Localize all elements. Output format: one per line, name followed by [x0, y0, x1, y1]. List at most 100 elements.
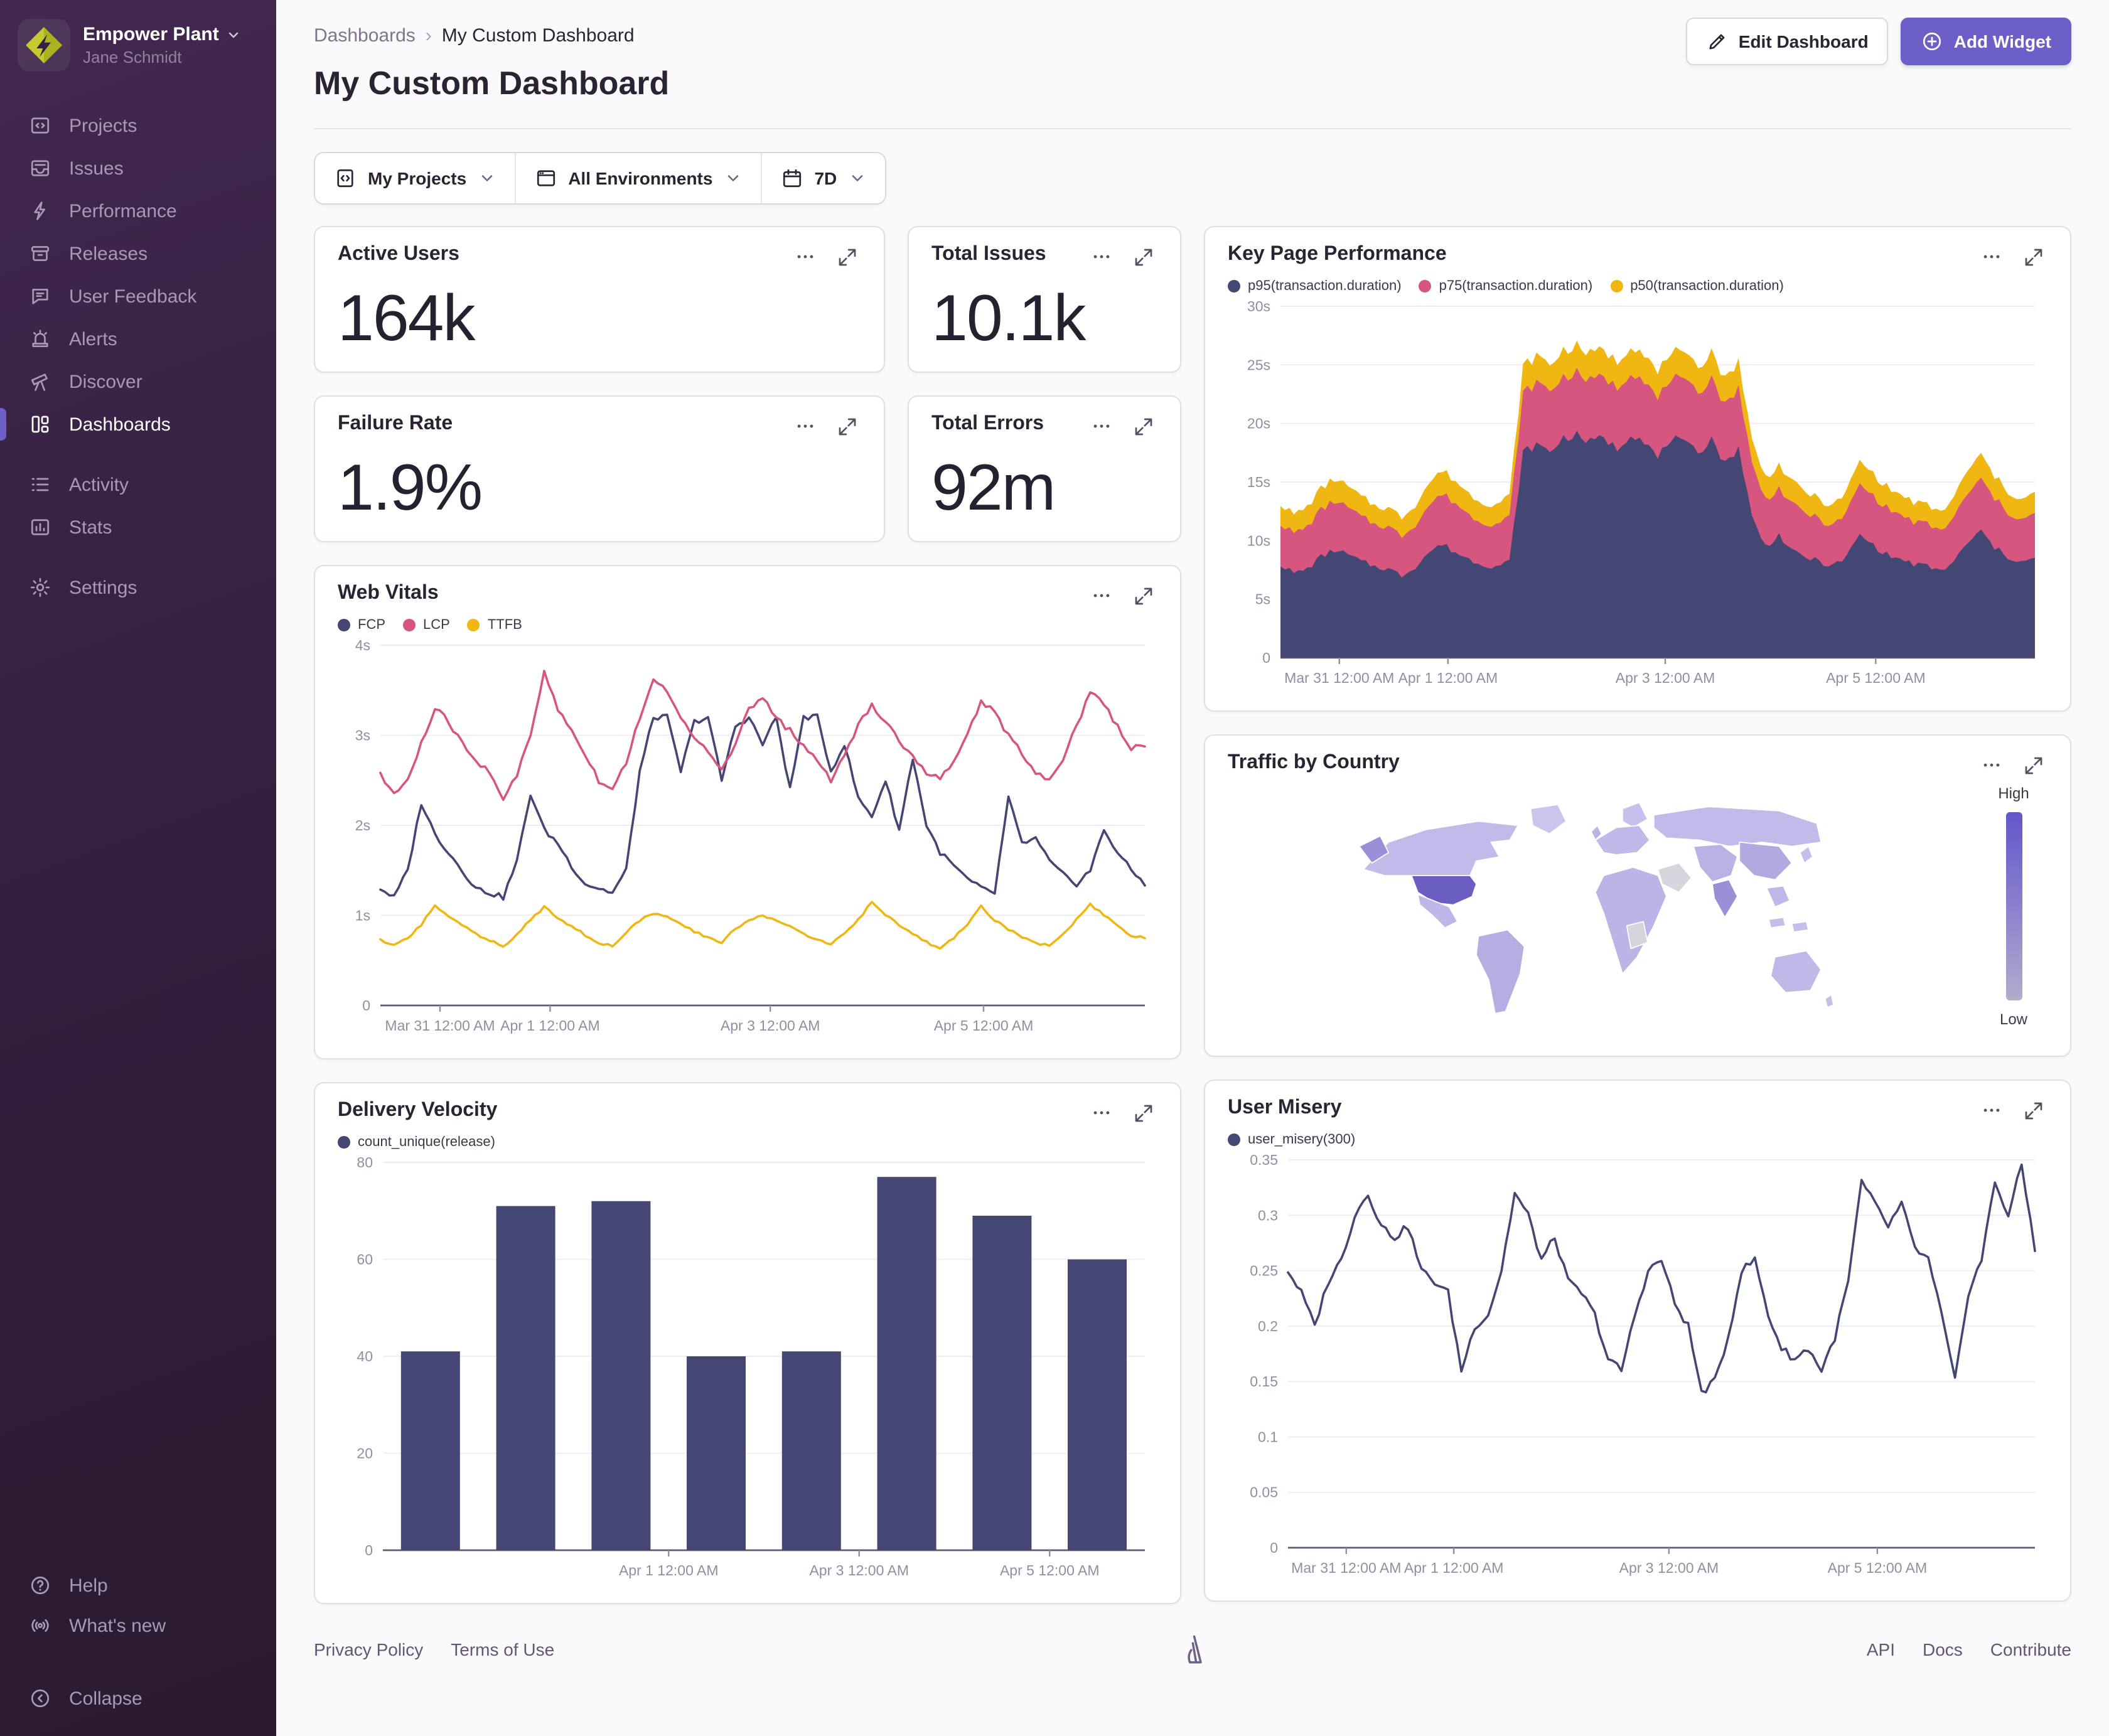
date-range-filter[interactable]: 7D	[760, 153, 884, 203]
sentry-logo-icon[interactable]	[1176, 1633, 1209, 1666]
web-vitals-chart[interactable]: 0 1s 2s 3s 4s Mar 31 12:00 AM Apr 1 12:00 AM Ap…	[338, 635, 1157, 1043]
legend-item-user-misery-300[interactable]: user_misery(300)	[1228, 1132, 1355, 1147]
widget-traffic-by-country: Traffic by Country High Low	[1204, 734, 2071, 1057]
widget-context-menu-button[interactable]	[1978, 1097, 2005, 1125]
sidebar-item-performance[interactable]: Performance	[0, 190, 276, 232]
sidebar-item-stats[interactable]: Stats	[0, 506, 276, 549]
sidebar-item-label: Help	[69, 1575, 108, 1596]
legend-dot-icon	[403, 619, 416, 631]
widget-title: Delivery Velocity	[338, 1100, 498, 1121]
project-filter[interactable]: My Projects	[315, 153, 514, 203]
widget-expand-button[interactable]	[1130, 582, 1157, 610]
sidebar-item-discover[interactable]: Discover	[0, 360, 276, 403]
widget-context-menu-button[interactable]	[1978, 752, 2005, 780]
svg-text:Mar 31 12:00 AM: Mar 31 12:00 AM	[1291, 1560, 1401, 1576]
dashboards-icon	[28, 412, 53, 437]
svg-text:40: 40	[357, 1348, 373, 1364]
api-link[interactable]: API	[1867, 1639, 1895, 1659]
key-page-performance-chart[interactable]: 0 5s 10s 15s 20s 25s 30s Mar 31 12:00 AM Apr 1 1…	[1228, 296, 2047, 695]
header-actions: Edit Dashboard Add Widget	[1685, 18, 2071, 65]
sentry-dashboard-app: Empower Plant Jane Schmidt Projects Issue…	[0, 0, 2109, 1736]
widget-context-menu-button[interactable]	[792, 413, 818, 441]
legend-item-p95-transaction-duration[interactable]: p95(transaction.duration)	[1228, 279, 1402, 294]
sidebar-item-what-s-new[interactable]: What's new	[0, 1605, 276, 1646]
sidebar-item-dashboards[interactable]: Dashboards	[0, 403, 276, 446]
widget-expand-button[interactable]	[834, 413, 861, 441]
chevron-down-icon	[724, 169, 741, 187]
widget-context-menu-button[interactable]	[1088, 1100, 1115, 1127]
svg-text:Apr 3 12:00 AM: Apr 3 12:00 AM	[1616, 670, 1715, 686]
chevron-down-icon	[478, 169, 495, 187]
sidebar-item-collapse[interactable]: Collapse	[0, 1678, 276, 1718]
widget-context-menu-button[interactable]	[792, 244, 818, 271]
legend-item-p50-transaction-duration[interactable]: p50(transaction.duration)	[1610, 279, 1784, 294]
widget-expand-button[interactable]	[2020, 752, 2047, 780]
widget-context-menu-button[interactable]	[1088, 413, 1115, 441]
sidebar-item-alerts[interactable]: Alerts	[0, 318, 276, 360]
terms-of-use-link[interactable]: Terms of Use	[451, 1639, 554, 1659]
legend-label: LCP	[423, 618, 450, 633]
ellipsis-icon	[1091, 1102, 1112, 1125]
widget-expand-button[interactable]	[834, 244, 861, 271]
svg-text:0.05: 0.05	[1250, 1484, 1278, 1501]
legend-item-fcp[interactable]: FCP	[338, 618, 385, 633]
legend-dot-icon	[338, 619, 350, 631]
widget-title: Total Errors	[931, 413, 1044, 434]
pencil-icon	[1706, 30, 1729, 53]
plus-circle-icon	[1921, 30, 1944, 53]
add-widget-button[interactable]: Add Widget	[1901, 18, 2071, 65]
world-map[interactable]	[1228, 780, 1980, 1041]
header-divider	[314, 128, 2071, 129]
svg-text:30s: 30s	[1247, 298, 1270, 314]
contribute-link[interactable]: Contribute	[1990, 1639, 2071, 1659]
legend-item-lcp[interactable]: LCP	[403, 618, 450, 633]
projects-icon	[28, 113, 53, 138]
svg-text:Apr 5 12:00 AM: Apr 5 12:00 AM	[1000, 1562, 1100, 1578]
widget-expand-button[interactable]	[1130, 413, 1157, 441]
legend-dot-icon	[1228, 1133, 1240, 1146]
widget-expand-button[interactable]	[2020, 1097, 2047, 1125]
org-switcher[interactable]: Empower Plant Jane Schmidt	[0, 0, 276, 87]
sidebar-item-user-feedback[interactable]: User Feedback	[0, 275, 276, 318]
collapse-icon	[28, 1686, 53, 1711]
chart-legend: p95(transaction.duration) p75(transaction…	[1228, 279, 2047, 294]
calendar-icon	[780, 167, 803, 190]
window-icon	[534, 167, 557, 190]
sidebar-item-issues[interactable]: Issues	[0, 147, 276, 190]
legend-item-p75-transaction-duration[interactable]: p75(transaction.duration)	[1419, 279, 1592, 294]
sidebar-collapse-group: Collapse	[0, 1678, 276, 1718]
breadcrumb-dashboards-link[interactable]: Dashboards	[314, 25, 416, 46]
svg-text:20: 20	[357, 1445, 373, 1462]
sidebar-item-projects[interactable]: Projects	[0, 104, 276, 147]
widget-total-issues: Total Issues 10.1k	[908, 226, 1181, 373]
sidebar-item-releases[interactable]: Releases	[0, 232, 276, 275]
legend-item-ttfb[interactable]: TTFB	[467, 618, 522, 633]
environment-filter[interactable]: All Environments	[514, 153, 760, 203]
docs-link[interactable]: Docs	[1923, 1639, 1963, 1659]
legend-dot-icon	[1610, 280, 1623, 292]
widget-key-page-performance: Key Page Performance p95(transaction.dur…	[1204, 226, 2071, 712]
widget-expand-button[interactable]	[2020, 244, 2047, 271]
privacy-policy-link[interactable]: Privacy Policy	[314, 1639, 423, 1659]
environment-filter-label: All Environments	[568, 168, 713, 188]
alerts-icon	[28, 326, 53, 351]
widget-context-menu-button[interactable]	[1088, 582, 1115, 610]
widget-context-menu-button[interactable]	[1088, 244, 1115, 271]
project-filter-label: My Projects	[368, 168, 467, 188]
widget-expand-button[interactable]	[1130, 1100, 1157, 1127]
widget-context-menu-button[interactable]	[1978, 244, 2005, 271]
sidebar-item-activity[interactable]: Activity	[0, 463, 276, 506]
ellipsis-icon	[1981, 754, 2002, 777]
legend-item-count-unique-release[interactable]: count_unique(release)	[338, 1135, 495, 1150]
issues-icon	[28, 156, 53, 181]
delivery-velocity-chart[interactable]: 0 20 40 60 80 Apr 1 12:00 AM Apr 3 12:00 AM Apr…	[338, 1152, 1157, 1588]
edit-dashboard-button[interactable]: Edit Dashboard	[1685, 18, 1889, 65]
widget-expand-button[interactable]	[1130, 244, 1157, 271]
legend-dot-icon	[1228, 280, 1240, 292]
svg-text:Apr 5 12:00 AM: Apr 5 12:00 AM	[934, 1017, 1034, 1034]
sidebar-nav-group: Settings	[0, 566, 276, 609]
sidebar-item-settings[interactable]: Settings	[0, 566, 276, 609]
sidebar-item-help[interactable]: Help	[0, 1565, 276, 1605]
performance-icon	[28, 198, 53, 223]
user-misery-chart[interactable]: 0 0.05 0.1 0.15 0.2 0.25 0.3 0.35 Mar 31 12:00 A…	[1228, 1150, 2047, 1585]
